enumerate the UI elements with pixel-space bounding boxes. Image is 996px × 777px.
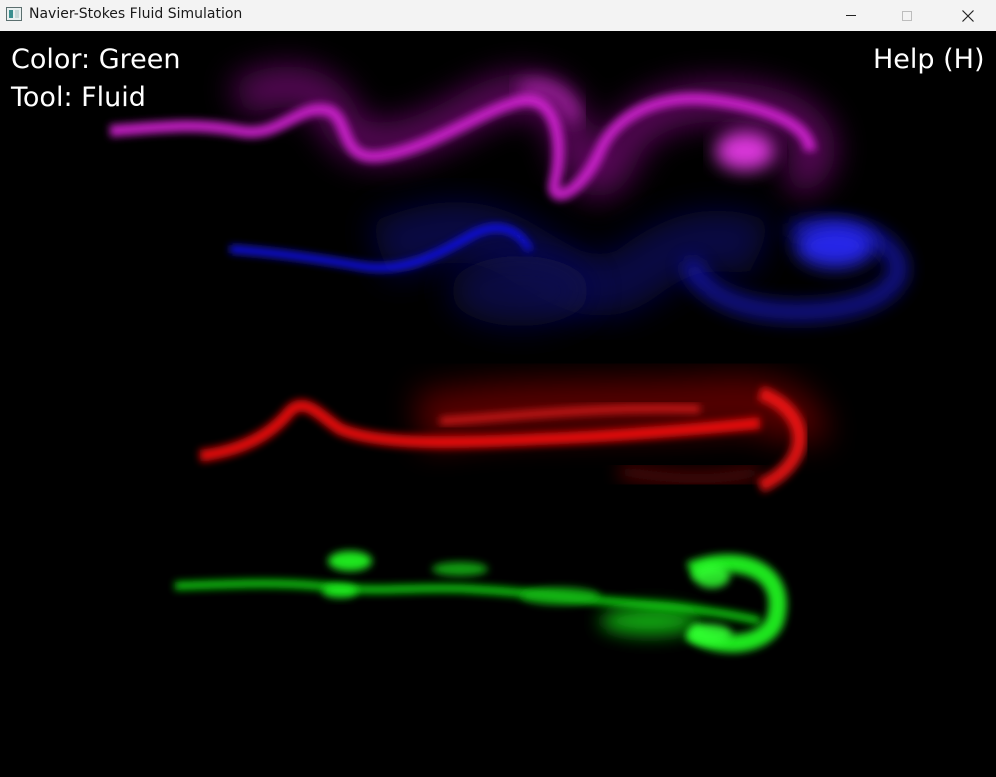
- red-stream: [199, 374, 828, 493]
- color-indicator: Color: Green: [11, 44, 181, 75]
- app-window-icon: [6, 7, 22, 21]
- blue-stream: [229, 202, 907, 326]
- tool-indicator: Tool: Fluid: [11, 82, 146, 113]
- simulation-canvas[interactable]: Color: Green Tool: Fluid Help (H): [0, 31, 996, 777]
- close-button[interactable]: [944, 0, 992, 31]
- help-hint: Help (H): [873, 44, 985, 75]
- app-window: Navier-Stokes Fluid Simulation Color: Gr…: [0, 0, 996, 777]
- green-stream: [174, 551, 787, 653]
- maximize-button[interactable]: [884, 0, 930, 31]
- minimize-icon: [846, 15, 856, 16]
- window-title: Navier-Stokes Fluid Simulation: [29, 6, 243, 22]
- title-bar[interactable]: Navier-Stokes Fluid Simulation: [0, 0, 996, 32]
- close-icon: [962, 9, 974, 22]
- magenta-stream: [109, 66, 836, 201]
- maximize-icon: [902, 10, 912, 21]
- minimize-button[interactable]: [828, 0, 874, 31]
- fluid-render: [109, 66, 907, 653]
